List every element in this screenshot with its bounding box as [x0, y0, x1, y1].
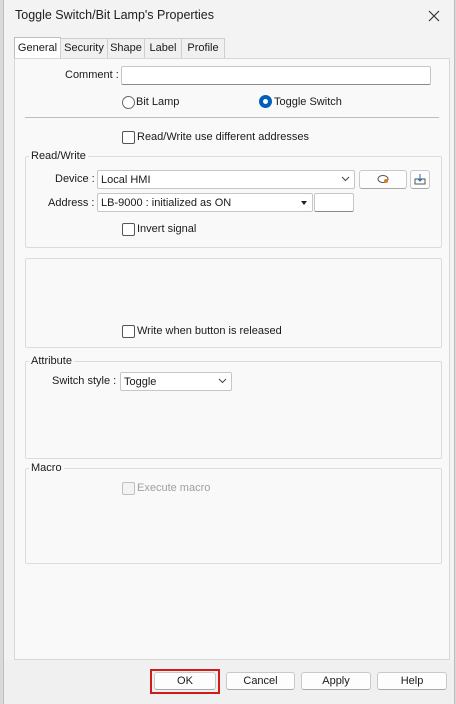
chevron-down-icon [341, 176, 350, 182]
comment-label: Comment : [65, 69, 119, 81]
invert-signal-checkbox[interactable] [122, 223, 135, 236]
tab-shape[interactable]: Shape [107, 38, 145, 58]
window-title: Toggle Switch/Bit Lamp's Properties [15, 8, 215, 22]
write-release-checkbox[interactable] [122, 325, 135, 338]
device-label: Device : [55, 173, 95, 185]
help-button[interactable]: Help [377, 672, 447, 690]
macro-group [25, 468, 442, 564]
device-settings-button[interactable] [359, 170, 407, 189]
address-label: Address : [48, 197, 95, 209]
toggle-switch-radio[interactable] [259, 95, 272, 108]
execute-macro-checkbox[interactable] [122, 482, 135, 495]
bit-lamp-label: Bit Lamp [136, 96, 180, 108]
bit-lamp-radio[interactable] [122, 96, 135, 109]
switch-style-label: Switch style : [52, 375, 117, 387]
ok-button[interactable]: OK [154, 672, 216, 690]
cancel-button[interactable]: Cancel [226, 672, 295, 690]
button-bar: OK Cancel Apply Help [4, 660, 454, 704]
rw-different-checkbox[interactable] [122, 131, 135, 144]
rw-different-label: Read/Write use different addresses [137, 131, 310, 143]
device-select[interactable]: Local HMI [97, 170, 355, 189]
device-import-button[interactable] [410, 170, 430, 189]
general-panel: Comment : Bit Lamp Toggle Switch Read/Wr… [14, 58, 450, 660]
tab-label[interactable]: Label [144, 38, 182, 58]
apply-button[interactable]: Apply [301, 672, 371, 690]
tab-profile[interactable]: Profile [181, 38, 225, 58]
tab-general[interactable]: General [14, 37, 61, 59]
switch-style-value: Toggle [124, 376, 157, 388]
divider [25, 117, 439, 118]
toggle-switch-label: Toggle Switch [274, 96, 342, 108]
properties-dialog: Toggle Switch/Bit Lamp's Properties Gene… [3, 0, 455, 704]
tab-security[interactable]: Security [60, 38, 108, 58]
attribute-title: Attribute [29, 355, 74, 367]
address-select[interactable]: LB-9000 : initialized as ON [97, 193, 313, 212]
dropdown-arrow-icon [301, 201, 307, 205]
close-icon[interactable] [424, 6, 444, 26]
invert-signal-label: Invert signal [137, 223, 197, 235]
write-release-label: Write when button is released [137, 325, 282, 337]
gear-icon [377, 175, 389, 183]
execute-macro-label: Execute macro [137, 482, 211, 494]
device-value: Local HMI [101, 174, 151, 186]
switch-style-select[interactable]: Toggle [120, 372, 232, 391]
comment-input[interactable] [121, 66, 431, 85]
address-value: LB-9000 : initialized as ON [101, 197, 232, 209]
chevron-down-icon [218, 378, 227, 384]
import-icon [414, 174, 426, 185]
title-bar: Toggle Switch/Bit Lamp's Properties [4, 0, 454, 32]
macro-title: Macro [29, 462, 64, 474]
address-index-field[interactable] [314, 193, 354, 212]
read-write-title: Read/Write [29, 150, 88, 162]
